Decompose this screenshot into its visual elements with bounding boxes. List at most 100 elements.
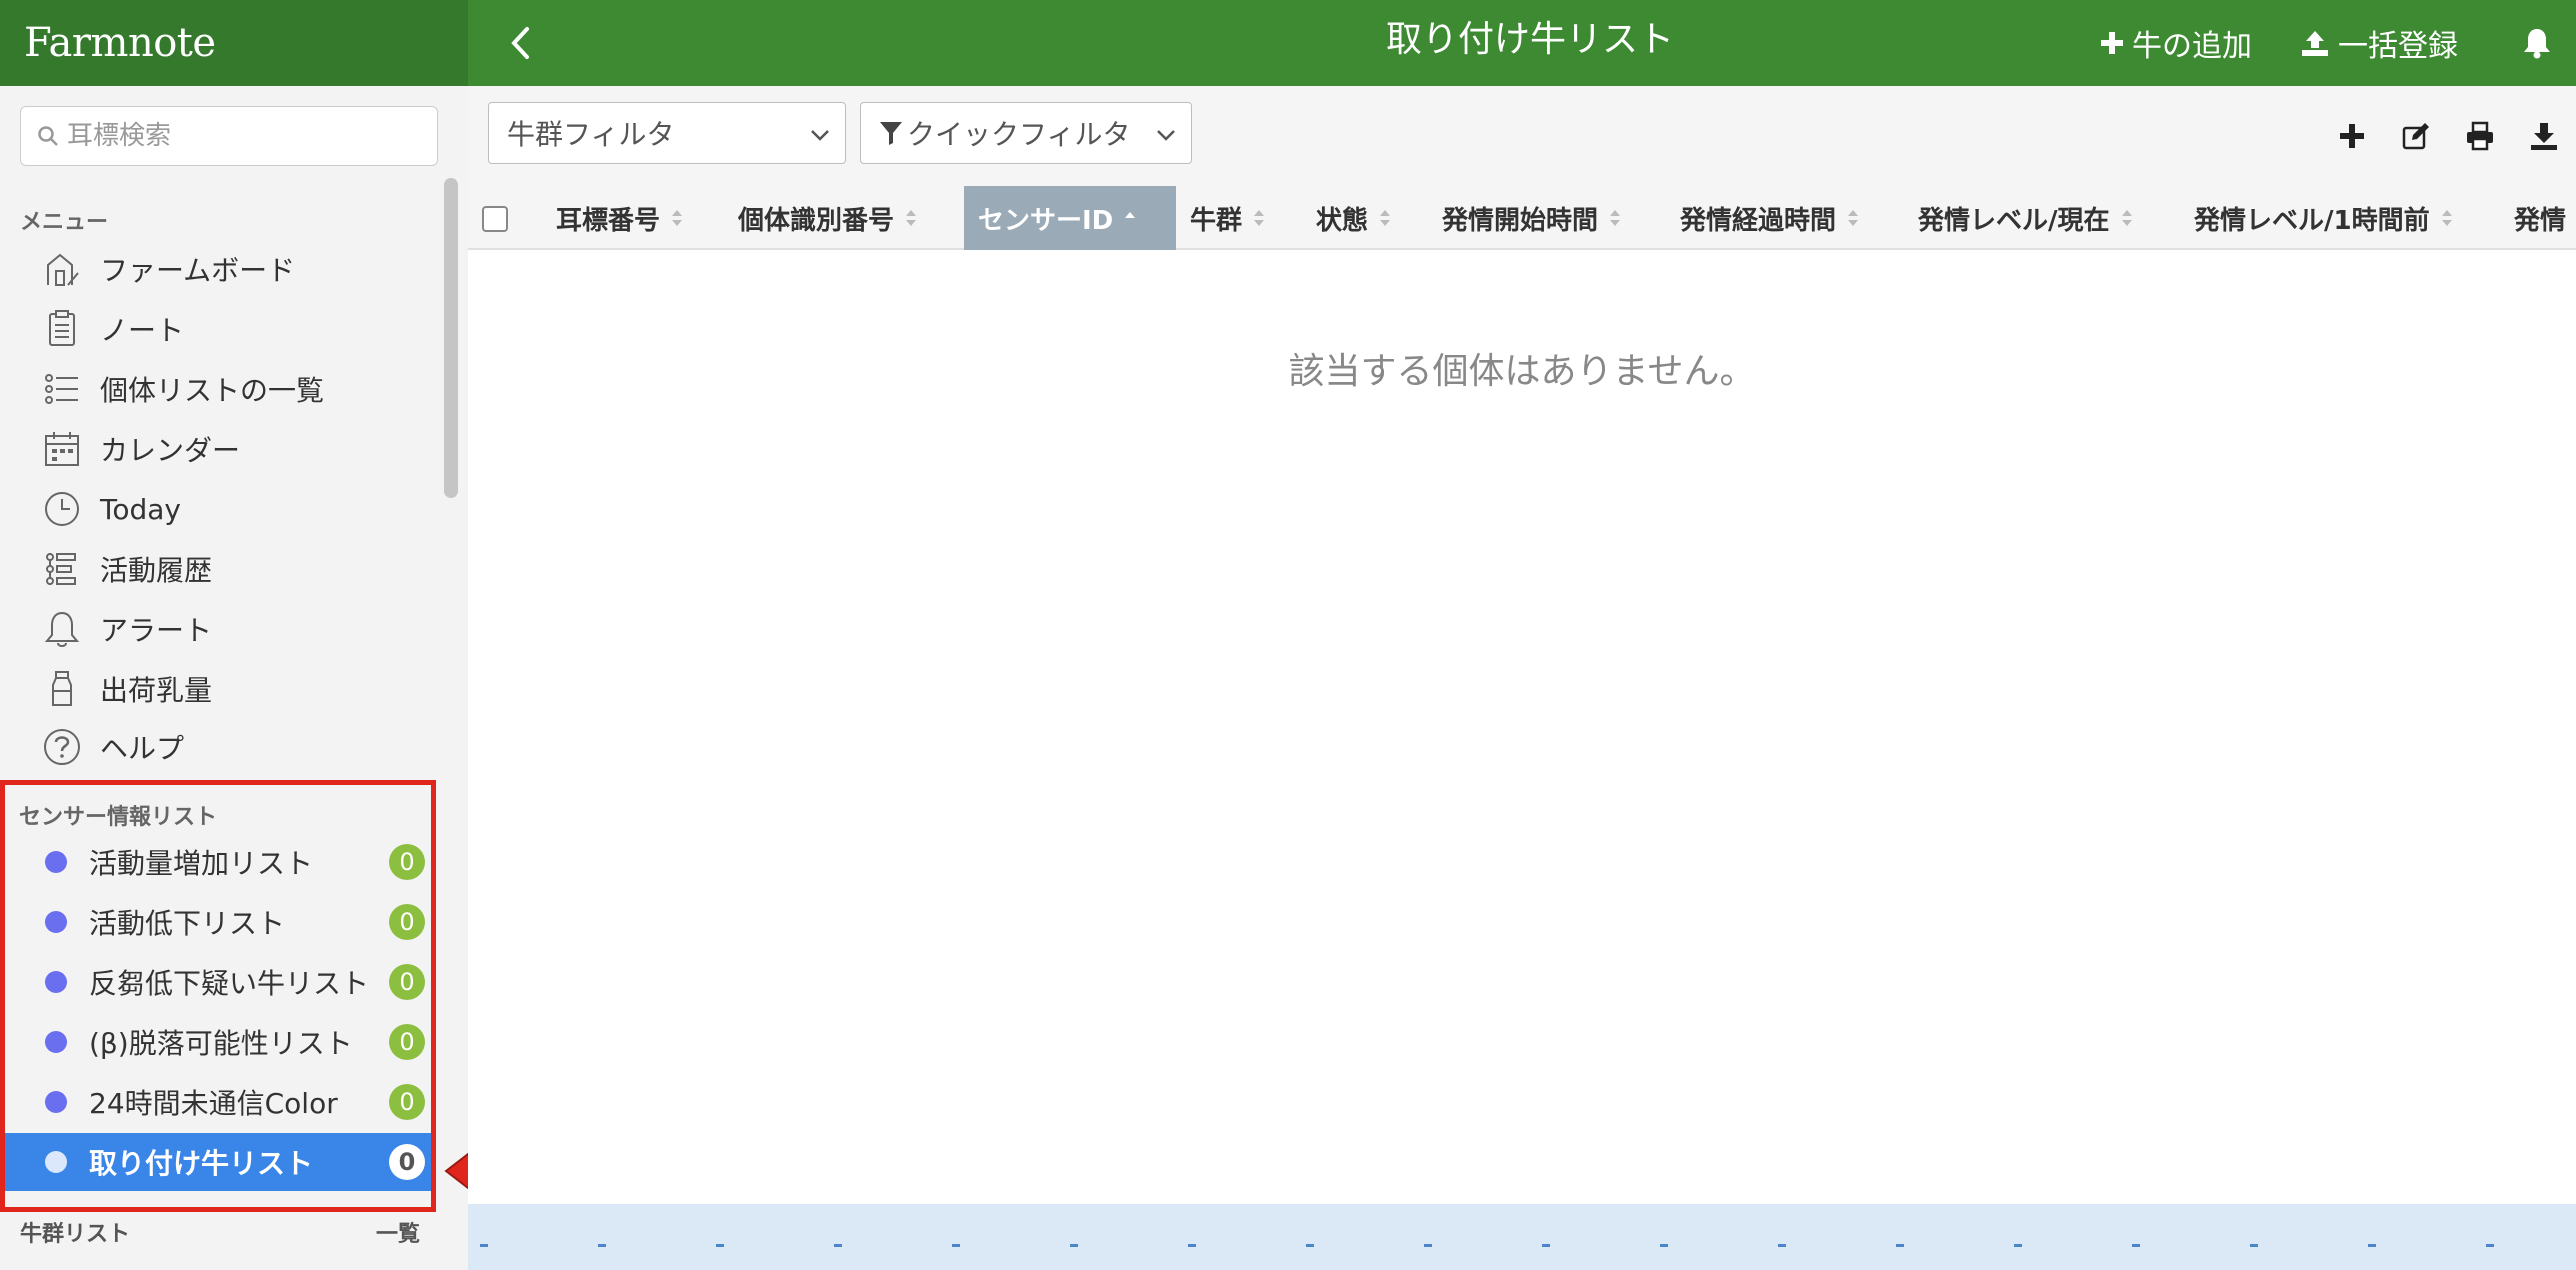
column-header-label: 状態 [1316, 205, 1369, 236]
bulk-register-button[interactable]: 一括登録 [2300, 21, 2458, 65]
top-header-bar: Farmnote 取り付け牛リスト 牛の追加 一括登録 [0, 0, 2576, 86]
sensor-item-activity-decrease[interactable]: 活動低下リスト 0 [5, 893, 431, 951]
sensor-item-label: 活動低下リスト [89, 907, 286, 940]
count-badge: 0 [389, 964, 425, 1000]
back-button[interactable] [500, 20, 540, 66]
menu-item-label: カレンダー [100, 434, 241, 467]
empty-table-message: 該当する個体はありません。 [1288, 351, 1756, 392]
strip-dash [480, 1244, 488, 1247]
add-cow-button[interactable]: 牛の追加 [2100, 21, 2252, 65]
sidebar-scrollbar[interactable] [444, 178, 458, 498]
status-dot-icon [45, 1151, 67, 1173]
menu-item-calendar[interactable]: カレンダー [40, 424, 240, 474]
sensor-list-heading: センサー情報リスト [19, 805, 218, 830]
column-header-sensor-id[interactable]: センサーID [964, 186, 1176, 250]
column-header-estrus-level-now[interactable]: 発情レベル/現在 [1918, 186, 2134, 250]
menu-item-help[interactable]: ヘルプ [40, 722, 184, 772]
column-header-estrus-level-1h[interactable]: 発情レベル/1時間前 [2194, 186, 2454, 250]
strip-dash [1542, 1244, 1550, 1247]
chevron-down-icon [1155, 121, 1177, 154]
herd-list-all-link[interactable]: 一覧 [376, 1216, 420, 1248]
clock-icon [40, 487, 84, 531]
sort-icon [670, 207, 684, 229]
status-dot-icon [45, 1091, 67, 1113]
search-icon [38, 126, 58, 146]
column-header-status[interactable]: 状態 [1316, 186, 1392, 250]
strip-dash [1778, 1244, 1786, 1247]
eartag-search-input[interactable] [67, 121, 407, 151]
menu-item-individual-lists[interactable]: 個体リストの一覧 [40, 364, 324, 414]
column-header-herd[interactable]: 牛群 [1190, 186, 1266, 250]
download-icon[interactable] [2512, 116, 2576, 156]
strip-dash [2132, 1244, 2140, 1247]
sensor-item-dropout-possibility[interactable]: (β)脱落可能性リスト 0 [5, 1013, 431, 1071]
farmnote-logo[interactable]: Farmnote [24, 20, 216, 66]
column-header-estrus-start[interactable]: 発情開始時間 [1442, 186, 1622, 250]
strip-dash [2014, 1244, 2022, 1247]
status-dot-icon [45, 911, 67, 933]
strip-dash [716, 1244, 724, 1247]
column-header-label: 発情開始時間 [1442, 205, 1599, 236]
menu-item-shipped-milk[interactable]: 出荷乳量 [40, 664, 212, 714]
sensor-list-highlight-box: センサー情報リスト 活動量増加リスト 0 活動低下リスト 0 反芻低下疑い牛リス… [0, 780, 436, 1212]
add-cow-label: 牛の追加 [2132, 29, 2252, 64]
menu-item-farmboard[interactable]: ファームボード [40, 244, 295, 294]
sensor-item-attached-cows[interactable]: 取り付け牛リスト 0 [5, 1133, 431, 1191]
add-plus-icon[interactable] [2320, 116, 2384, 156]
strip-dash [952, 1244, 960, 1247]
notification-bell-icon[interactable] [2522, 27, 2552, 59]
logo-area[interactable]: Farmnote [0, 0, 468, 86]
select-all-checkbox[interactable] [482, 206, 508, 232]
count-badge: 0 [389, 904, 425, 940]
menu-item-today[interactable]: Today [40, 484, 181, 534]
page-title: 取り付け牛リスト [1385, 19, 1674, 60]
edit-icon[interactable] [2384, 116, 2448, 156]
sensor-item-24h-no-communication[interactable]: 24時間未通信Color 0 [5, 1073, 431, 1131]
column-header-label: 発情レベル/現在 [1918, 205, 2110, 236]
sensor-item-label: 反芻低下疑い牛リスト [89, 967, 370, 1000]
herd-filter-select[interactable]: 牛群フィルタ [488, 102, 846, 164]
status-dot-icon [45, 851, 67, 873]
print-icon[interactable] [2448, 116, 2512, 156]
menu-item-label: 個体リストの一覧 [100, 374, 325, 407]
column-header-label: 発情経過時間 [1680, 205, 1837, 236]
history-icon [40, 547, 84, 591]
column-header-label: 発情 [2514, 205, 2567, 236]
menu-item-label: 活動履歴 [100, 554, 213, 587]
bulk-register-label: 一括登録 [2338, 29, 2458, 64]
menu-item-alerts[interactable]: アラート [40, 604, 212, 654]
quick-filter-label: クイックフィルタ [907, 118, 1131, 151]
quick-filter-select[interactable]: クイックフィルタ [860, 102, 1192, 164]
eartag-search-field[interactable] [20, 106, 438, 166]
herd-filter-label: 牛群フィルタ [507, 118, 675, 151]
sensor-item-rumination-decrease[interactable]: 反芻低下疑い牛リスト 0 [5, 953, 431, 1011]
column-header-label: 発情レベル/1時間前 [2194, 205, 2430, 236]
column-header-estrus-elapsed[interactable]: 発情経過時間 [1680, 186, 1860, 250]
column-header-label: 個体識別番号 [738, 205, 895, 236]
strip-dash [1424, 1244, 1432, 1247]
pagination-bar [468, 1204, 2576, 1270]
sort-icon [904, 207, 918, 229]
sensor-item-label: 24時間未通信Color [89, 1087, 338, 1120]
bell-icon [40, 607, 84, 651]
column-header-label: センサーID [978, 205, 1114, 236]
list-icon [40, 367, 84, 411]
menu-item-label: ファームボード [100, 254, 296, 287]
count-badge: 0 [389, 844, 425, 880]
sort-icon [2120, 207, 2134, 229]
count-badge: 0 [389, 1084, 425, 1120]
column-header-estrus-more[interactable]: 発情 [2514, 186, 2566, 250]
sensor-item-activity-increase[interactable]: 活動量増加リスト 0 [5, 833, 431, 891]
status-dot-icon [45, 971, 67, 993]
menu-item-activity-history[interactable]: 活動履歴 [40, 544, 212, 594]
help-icon [40, 725, 84, 769]
menu-item-notes[interactable]: ノート [40, 304, 184, 354]
strip-dash [2368, 1244, 2376, 1247]
herd-list-heading: 牛群リスト 一覧 [20, 1216, 420, 1248]
upload-icon [2300, 29, 2330, 57]
filter-funnel-icon [879, 120, 903, 146]
strip-dash [1070, 1244, 1078, 1247]
column-header-individual-id[interactable]: 個体識別番号 [738, 186, 918, 250]
sidebar: メニュー ファームボード ノート 個体リストの一覧 カレンダー Today [0, 86, 468, 1270]
column-header-eartag[interactable]: 耳標番号 [556, 186, 684, 250]
